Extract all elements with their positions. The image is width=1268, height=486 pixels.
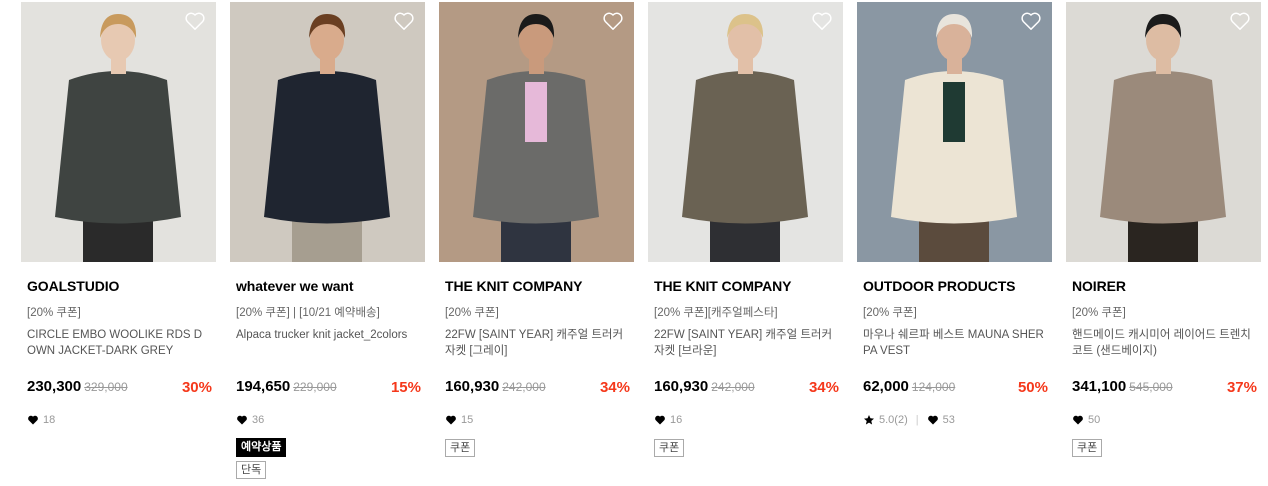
discount-rate: 34% <box>808 379 839 396</box>
heart-icon <box>654 414 666 426</box>
product-name[interactable]: 핸드메이드 캐시미어 레이어드 트렌치 코트 (샌드베이지) <box>1072 327 1256 359</box>
product-name[interactable]: 22FW [SAINT YEAR] 캐주얼 트러커 자켓 [그레이] <box>445 327 629 359</box>
like-count: 18 <box>43 414 56 426</box>
like-count: 36 <box>252 414 265 426</box>
product-image[interactable] <box>648 2 843 262</box>
brand-name[interactable]: whatever we want <box>236 278 354 294</box>
product-card[interactable]: GOALSTUDIO [20% 쿠폰] CIRCLE EMBO WOOLIKE RD… <box>21 2 216 426</box>
product-grid: GOALSTUDIO [20% 쿠폰] CIRCLE EMBO WOOLIKE RD… <box>0 0 1268 486</box>
heart-icon <box>236 414 248 426</box>
meta-row: 36 <box>236 414 264 426</box>
promo-tags: [20% 쿠폰] <box>27 307 81 319</box>
wishlist-heart-icon[interactable] <box>602 11 624 31</box>
sale-price: 230,300 <box>27 378 82 395</box>
heart-icon <box>927 414 939 426</box>
promo-tags: [20% 쿠폰][캐주얼페스타] <box>654 307 778 319</box>
sale-price: 194,650 <box>236 378 291 395</box>
original-price: 124,000 <box>911 380 956 394</box>
coupon-badge: 쿠폰 <box>1072 439 1103 457</box>
sale-price: 62,000 <box>863 378 909 395</box>
promo-tags: [20% 쿠폰] <box>863 307 917 319</box>
price-row: 230,300 329,000 30% <box>27 378 212 398</box>
price-row: 62,000 124,000 50% <box>863 378 1048 398</box>
discount-rate: 30% <box>181 379 212 396</box>
product-image[interactable] <box>857 2 1052 262</box>
promo-tags: [20% 쿠폰] <box>1072 307 1126 319</box>
price-row: 341,100 545,000 37% <box>1072 378 1257 398</box>
product-card[interactable]: NOIRER [20% 쿠폰] 핸드메이드 캐시미어 레이어드 트렌치 코트 (샌드… <box>1066 2 1261 457</box>
product-image[interactable] <box>439 2 634 262</box>
discount-rate: 50% <box>1017 379 1048 396</box>
brand-name[interactable]: THE KNIT COMPANY <box>654 278 791 294</box>
brand-name[interactable]: THE KNIT COMPANY <box>445 278 582 294</box>
wishlist-heart-icon[interactable] <box>1020 11 1042 31</box>
meta-row: 50 <box>1072 414 1100 426</box>
wishlist-heart-icon[interactable] <box>1229 11 1251 31</box>
original-price: 329,000 <box>84 380 128 394</box>
coupon-badge: 쿠폰 <box>654 439 685 457</box>
product-card[interactable]: THE KNIT COMPANY [20% 쿠폰] 22FW [SAINT YEAR… <box>439 2 634 457</box>
product-image[interactable] <box>1066 2 1261 262</box>
discount-rate: 37% <box>1226 379 1257 396</box>
discount-rate: 34% <box>599 379 630 396</box>
heart-icon <box>27 414 39 426</box>
exclusive-badge: 단독 <box>236 461 267 479</box>
promo-tags: [20% 쿠폰] <box>445 307 499 319</box>
meta-row: 15 <box>445 414 473 426</box>
original-price: 242,000 <box>711 380 755 394</box>
product-image[interactable] <box>230 2 425 262</box>
product-card[interactable]: OUTDOOR PRODUCTS [20% 쿠폰] 마우나 쉐르파 베스트 MAUN… <box>857 2 1052 426</box>
brand-name[interactable]: OUTDOOR PRODUCTS <box>863 278 1016 294</box>
like-count: 53 <box>942 414 955 426</box>
coupon-badge: 쿠폰 <box>445 439 476 457</box>
meta-row: 16 <box>654 414 682 426</box>
product-name[interactable]: 22FW [SAINT YEAR] 캐주얼 트러커 자켓 [브라운] <box>654 327 838 359</box>
price-row: 160,930 242,000 34% <box>445 378 630 398</box>
brand-name[interactable]: NOIRER <box>1072 278 1126 294</box>
wishlist-heart-icon[interactable] <box>811 11 833 31</box>
sale-price: 160,930 <box>654 378 709 395</box>
product-name[interactable]: Alpaca trucker knit jacket_2colors <box>236 327 420 343</box>
product-name[interactable]: CIRCLE EMBO WOOLIKE RDS DOWN JACKET-DARK… <box>27 327 211 359</box>
wishlist-heart-icon[interactable] <box>184 11 206 31</box>
preorder-badge: 예약상품 <box>236 438 287 457</box>
product-card[interactable]: whatever we want [20% 쿠폰] | [10/21 예약배송] A… <box>230 2 425 479</box>
sale-price: 341,100 <box>1072 378 1127 395</box>
product-name[interactable]: 마우나 쉐르파 베스트 MAUNA SHERPA VEST <box>863 327 1047 359</box>
like-count: 16 <box>670 414 683 426</box>
price-row: 194,650 229,000 15% <box>236 378 421 398</box>
like-count: 50 <box>1088 414 1101 426</box>
promo-tags: [20% 쿠폰] | [10/21 예약배송] <box>236 307 380 319</box>
price-row: 160,930 242,000 34% <box>654 378 839 398</box>
meta-row: 18 <box>27 414 55 426</box>
original-price: 229,000 <box>293 380 337 394</box>
original-price: 242,000 <box>502 380 546 394</box>
brand-name[interactable]: GOALSTUDIO <box>27 278 119 294</box>
original-price: 545,000 <box>1129 380 1173 394</box>
sale-price: 160,930 <box>445 378 500 395</box>
discount-rate: 15% <box>390 379 421 396</box>
heart-icon <box>445 414 457 426</box>
rating-value: 5.0(2) <box>879 414 908 426</box>
star-icon <box>863 414 875 426</box>
wishlist-heart-icon[interactable] <box>393 11 415 31</box>
product-card[interactable]: THE KNIT COMPANY [20% 쿠폰][캐주얼페스타] 22FW [SA… <box>648 2 843 457</box>
heart-icon <box>1072 414 1084 426</box>
meta-divider: | <box>915 414 919 426</box>
meta-row: 5.0(2) | 53 <box>863 414 955 426</box>
like-count: 15 <box>461 414 474 426</box>
product-image[interactable] <box>21 2 216 262</box>
